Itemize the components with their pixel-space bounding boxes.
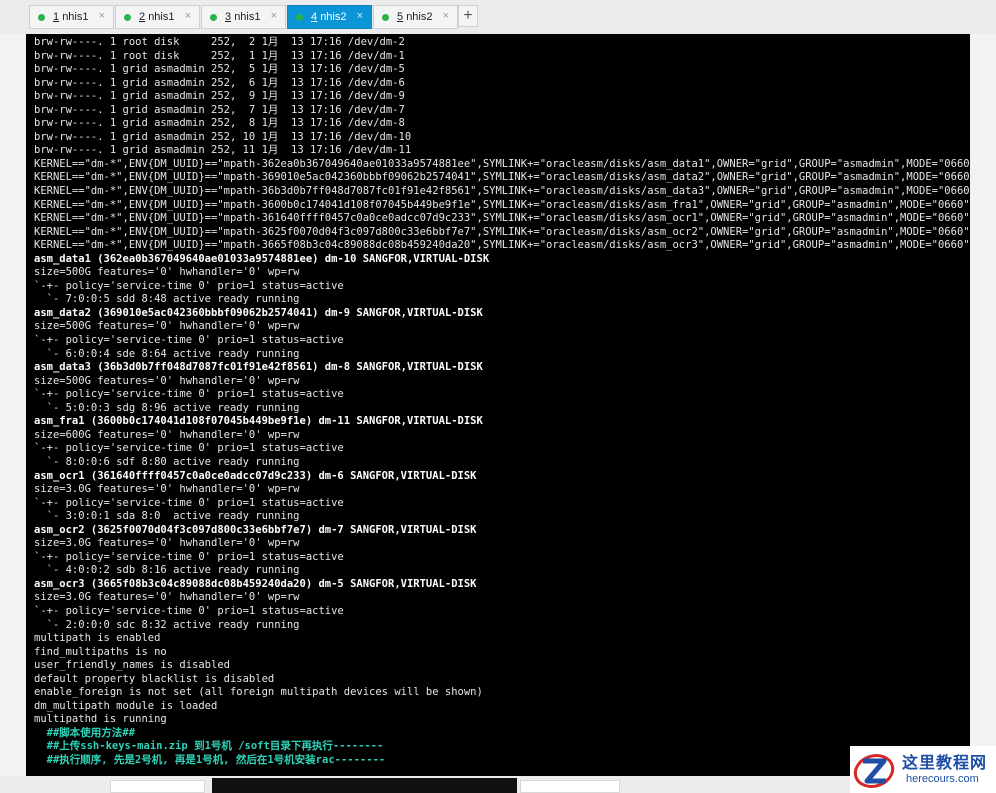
terminal-line: enable_foreign is not set (all foreign m… — [34, 686, 483, 699]
terminal-line: size=500G features='0' hwhandler='0' wp=… — [34, 266, 300, 279]
terminal-line: ##脚本使用方法## — [34, 726, 135, 739]
watermark-url: herecours.com — [906, 773, 979, 785]
terminal-line: default property blacklist is disabled — [34, 672, 275, 685]
close-icon[interactable]: × — [99, 10, 105, 22]
terminal-line: dm_multipath module is loaded — [34, 699, 218, 712]
terminal-line: `-+- policy='service-time 0' prio=1 stat… — [34, 604, 344, 617]
terminal-line: size=500G features='0' hwhandler='0' wp=… — [34, 320, 300, 333]
left-panel-edge — [0, 34, 27, 776]
session-status-icon — [210, 14, 217, 21]
tab-bar: 1 nhis1 × 2 nhis1 × 3 nhis1 × 4 nhis2 × … — [0, 0, 996, 35]
terminal-line: `-+- policy='service-time 0' prio=1 stat… — [34, 279, 344, 292]
right-panel-edge — [970, 34, 996, 776]
terminal-line: `- 2:0:0:0 sdc 8:32 active ready running — [34, 618, 300, 631]
terminal-line: brw-rw----. 1 grid asmadmin 252, 10 1月 1… — [34, 130, 412, 143]
session-status-icon — [296, 14, 303, 21]
close-icon[interactable]: × — [185, 10, 191, 22]
terminal-line: brw-rw----. 1 grid asmadmin 252, 7 1月 13… — [34, 103, 405, 116]
terminal-line: asm_ocr3 (3665f08b3c04c89088dc08b459240d… — [34, 577, 477, 590]
terminal-line: `- 6:0:0:4 sde 8:64 active ready running — [34, 347, 300, 360]
terminal-line: size=500G features='0' hwhandler='0' wp=… — [34, 374, 300, 387]
close-icon[interactable]: × — [443, 10, 449, 22]
terminal-line: KERNEL=="dm-*",ENV{DM_UUID}=="mpath-3600… — [34, 198, 970, 211]
terminal-line: user_friendly_names is disabled — [34, 659, 230, 672]
terminal-lines: brw-rw----. 1 root disk 252, 2 1月 13 17:… — [34, 36, 970, 768]
tab-2[interactable]: 2 nhis1 × — [115, 5, 200, 29]
terminal-line: KERNEL=="dm-*",ENV{DM_UUID}=="mpath-3690… — [34, 171, 970, 184]
terminal-line: brw-rw----. 1 grid asmadmin 252, 9 1月 13… — [34, 90, 405, 103]
tab-label: 5 nhis2 — [397, 11, 433, 23]
terminal-line: `- 5:0:0:3 sdg 8:96 active ready running — [34, 401, 300, 414]
session-status-icon — [124, 14, 131, 21]
terminal-line: KERNEL=="dm-*",ENV{DM_UUID}=="mpath-362e… — [34, 157, 970, 170]
terminal-line: brw-rw----. 1 grid asmadmin 252, 8 1月 13… — [34, 117, 405, 130]
tab-1[interactable]: 1 nhis1 × — [29, 5, 114, 29]
background-window — [520, 780, 620, 793]
background-terminal-thumbnail — [212, 778, 517, 793]
watermark-title: 这里教程网 — [902, 753, 988, 772]
terminal-line: `- 7:0:0:5 sdd 8:48 active ready running — [34, 293, 300, 306]
terminal-line: ##上传ssh-keys-main.zip 到1号机 /soft目录下再执行--… — [34, 740, 384, 753]
terminal-line: asm_data3 (36b3d0b7ff048d7087fc01f91e42f… — [34, 361, 483, 374]
terminal-line: asm_data1 (362ea0b367049640ae01033a95748… — [34, 252, 490, 265]
terminal-line: size=3.0G features='0' hwhandler='0' wp=… — [34, 483, 300, 496]
session-status-icon — [38, 14, 45, 21]
terminal-line: `-+- policy='service-time 0' prio=1 stat… — [34, 550, 344, 563]
terminal-line: `-+- policy='service-time 0' prio=1 stat… — [34, 388, 344, 401]
terminal-line: find_multipaths is no — [34, 645, 167, 658]
terminal-line: size=3.0G features='0' hwhandler='0' wp=… — [34, 537, 300, 550]
tab-label: 4 nhis2 — [311, 11, 347, 23]
terminal-line: size=600G features='0' hwhandler='0' wp=… — [34, 428, 300, 441]
tab-label: 1 nhis1 — [53, 11, 89, 23]
terminal-line: multipathd is running — [34, 713, 167, 726]
terminal-line: `-+- policy='service-time 0' prio=1 stat… — [34, 442, 344, 455]
terminal-line: `- 4:0:0:2 sdb 8:16 active ready running — [34, 564, 300, 577]
terminal-line: `- 3:0:0:1 sda 8:0 active ready running — [34, 510, 300, 523]
terminal-line: brw-rw----. 1 grid asmadmin 252, 11 1月 1… — [34, 144, 412, 157]
terminal-line: multipath is enabled — [34, 632, 161, 645]
background-window — [110, 780, 205, 793]
terminal-line: brw-rw----. 1 root disk 252, 2 1月 13 17:… — [34, 36, 405, 48]
terminal-line: KERNEL=="dm-*",ENV{DM_UUID}=="mpath-36b3… — [34, 185, 970, 198]
terminal-line: KERNEL=="dm-*",ENV{DM_UUID}=="mpath-3616… — [34, 212, 970, 225]
session-status-icon — [382, 14, 389, 21]
terminal-line: `- 8:0:0:6 sdf 8:80 active ready running — [34, 455, 300, 468]
terminal-line: `-+- policy='service-time 0' prio=1 stat… — [34, 496, 344, 509]
close-icon[interactable]: × — [271, 10, 277, 22]
terminal-line: asm_data2 (369010e5ac042360bbbf09062b257… — [34, 306, 483, 319]
tab-label: 3 nhis1 — [225, 11, 261, 23]
terminal-line: brw-rw----. 1 grid asmadmin 252, 5 1月 13… — [34, 63, 405, 76]
tab-4[interactable]: 4 nhis2 × — [287, 5, 372, 29]
terminal-line: brw-rw----. 1 root disk 252, 1 1月 13 17:… — [34, 49, 405, 62]
add-tab-button[interactable]: + — [458, 5, 478, 27]
terminal-line: asm_ocr1 (361640ffff0457c0a0ce0adcc07d9c… — [34, 469, 477, 482]
terminal-line: asm_fra1 (3600b0c174041d108f07045b449be9… — [34, 415, 483, 428]
close-icon[interactable]: × — [357, 10, 363, 22]
tab-label: 2 nhis1 — [139, 11, 175, 23]
site-logo-icon — [853, 754, 895, 788]
terminal-line: size=3.0G features='0' hwhandler='0' wp=… — [34, 591, 300, 604]
terminal-line: KERNEL=="dm-*",ENV{DM_UUID}=="mpath-3625… — [34, 225, 970, 238]
terminal-line: brw-rw----. 1 grid asmadmin 252, 6 1月 13… — [34, 76, 405, 89]
terminal-output[interactable]: brw-rw----. 1 root disk 252, 2 1月 13 17:… — [26, 34, 970, 776]
terminal-line: asm_ocr2 (3625f0070d04f3c097d800c33e6bbf… — [34, 523, 477, 536]
site-watermark: 这里教程网 herecours.com — [850, 746, 996, 793]
terminal-line: `-+- policy='service-time 0' prio=1 stat… — [34, 334, 344, 347]
tab-3[interactable]: 3 nhis1 × — [201, 5, 286, 29]
tab-5[interactable]: 5 nhis2 × — [373, 5, 458, 29]
terminal-line: ##执行顺序, 先是2号机, 再是1号机, 然后在1号机安装rac-------… — [34, 753, 386, 766]
terminal-line: KERNEL=="dm-*",ENV{DM_UUID}=="mpath-3665… — [34, 239, 970, 252]
